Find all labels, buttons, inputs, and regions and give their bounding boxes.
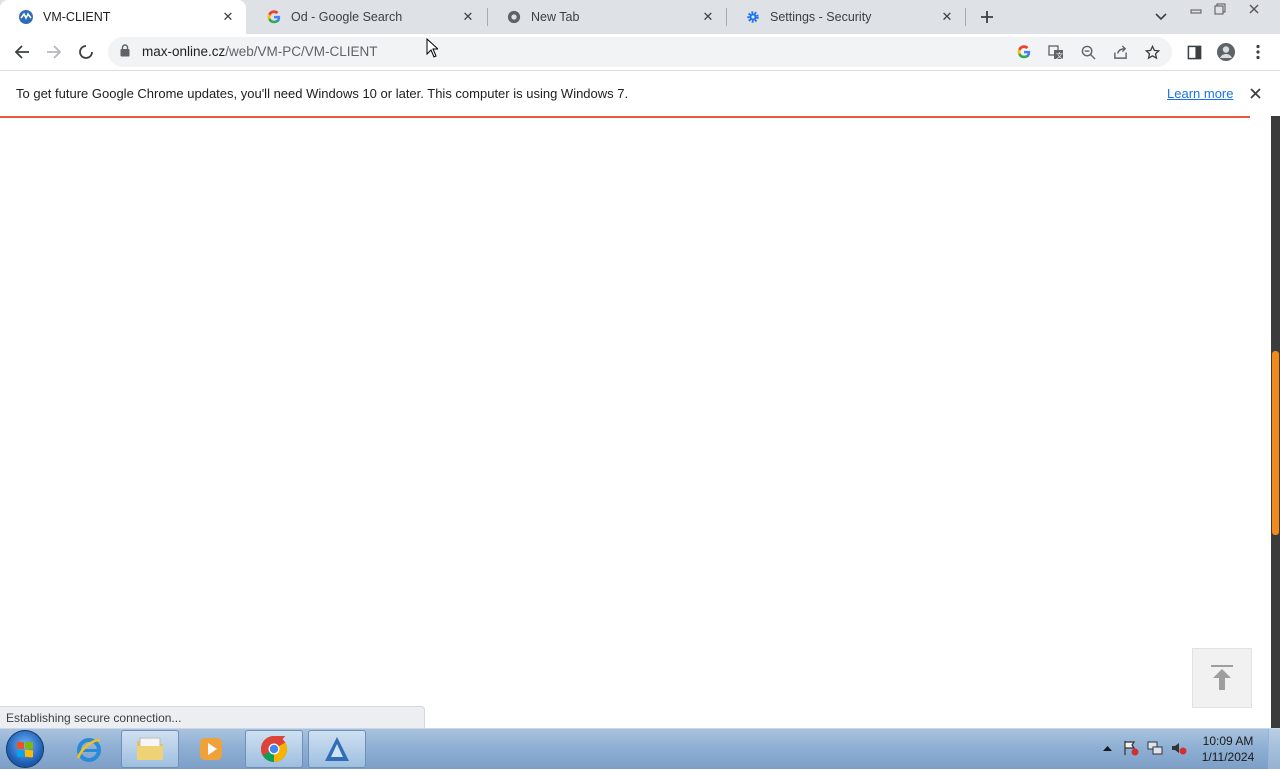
google-favicon-icon (266, 9, 282, 25)
new-tab-button[interactable] (976, 6, 998, 28)
gear-icon (745, 9, 761, 25)
windows-logo-icon (17, 741, 33, 758)
profile-button[interactable] (1212, 38, 1240, 66)
tab-title: VM-CLIENT (43, 10, 111, 24)
side-panel-button[interactable] (1180, 38, 1208, 66)
learn-more-link[interactable]: Learn more (1167, 86, 1233, 101)
google-lens-icon[interactable] (1014, 42, 1034, 62)
tab-title: New Tab (531, 10, 580, 24)
system-clock[interactable]: 10:09 AM 1/11/2024 (1196, 733, 1260, 765)
back-button[interactable] (8, 38, 36, 66)
clock-time: 10:09 AM (1202, 734, 1254, 748)
network-icon[interactable] (1146, 739, 1164, 757)
tab-title: Settings - Security (770, 10, 872, 24)
stop-loading-button[interactable] (72, 38, 100, 66)
tab-close-icon[interactable]: ✕ (700, 9, 716, 25)
tab-google-search[interactable]: Od - Google Search ✕ (248, 0, 486, 34)
volume-muted-icon[interactable] (1170, 739, 1188, 757)
tab-close-icon[interactable]: ✕ (460, 9, 476, 25)
vm-client-favicon-icon (18, 9, 34, 25)
windows-taskbar: 10:09 AM 1/11/2024 (0, 728, 1280, 769)
forward-button[interactable] (40, 38, 68, 66)
infobar-message: To get future Google Chrome updates, you… (16, 86, 629, 101)
url-host: max-online.cz (142, 44, 226, 59)
tab-close-icon[interactable]: ✕ (220, 9, 236, 25)
arrow-up-icon (1211, 665, 1233, 690)
action-center-flag-icon[interactable] (1122, 739, 1140, 757)
chrome-icon[interactable] (245, 730, 303, 768)
forward-arrow-icon (47, 45, 62, 59)
url-path: /web/VM-PC/VM-CLIENT (225, 44, 378, 59)
tab-close-icon[interactable]: ✕ (939, 9, 955, 25)
tab-title: Od - Google Search (291, 10, 403, 24)
close-icon (1249, 4, 1259, 14)
kebab-menu-icon (1256, 44, 1260, 60)
scrollbar[interactable] (1271, 116, 1280, 728)
scroll-to-top-button[interactable] (1192, 648, 1252, 708)
tab-strip: VM-CLIENT ✕ Od - Google Search ✕ New Tab… (0, 0, 1280, 34)
media-player-icon[interactable] (182, 730, 240, 768)
back-arrow-icon (14, 45, 29, 59)
show-hidden-icons-icon[interactable] (1098, 739, 1116, 757)
lock-icon[interactable] (120, 44, 130, 60)
infobar-close-icon[interactable] (1246, 84, 1264, 102)
internet-explorer-icon[interactable] (60, 730, 118, 768)
bookmark-star-icon[interactable] (1142, 42, 1162, 62)
tab-new-tab[interactable]: New Tab ✕ (488, 0, 726, 34)
share-icon[interactable] (1110, 42, 1130, 62)
address-bar[interactable]: max-online.cz/web/VM-PC/VM-CLIENT 文 (108, 37, 1172, 67)
side-panel-icon (1187, 45, 1201, 59)
mouse-cursor-icon (426, 37, 440, 61)
minimize-button[interactable] (1185, 2, 1207, 16)
update-infobar: To get future Google Chrome updates, you… (0, 70, 1280, 116)
page-content (0, 118, 1271, 728)
tab-separator (965, 8, 966, 26)
vm-client-app-icon[interactable] (308, 730, 366, 768)
tab-search-button[interactable] (1150, 6, 1172, 28)
status-bubble: Establishing secure connection... (0, 706, 425, 728)
loading-spinner-icon (79, 45, 93, 59)
file-explorer-icon[interactable] (121, 730, 179, 768)
tab-settings-security[interactable]: Settings - Security ✕ (727, 0, 965, 34)
browser-toolbar: max-online.cz/web/VM-PC/VM-CLIENT 文 (0, 34, 1280, 70)
show-desktop-button[interactable] (1268, 729, 1280, 769)
restore-icon (1214, 3, 1226, 15)
minimize-icon (1190, 9, 1202, 14)
translate-icon[interactable]: 文 (1046, 42, 1066, 62)
tab-vm-client[interactable]: VM-CLIENT ✕ (0, 0, 246, 34)
profile-avatar-icon (1217, 43, 1235, 61)
scrollbar-thumb[interactable] (1272, 351, 1279, 535)
plus-icon (981, 11, 993, 23)
clock-date: 1/11/2024 (1201, 750, 1255, 764)
svg-text:文: 文 (1056, 51, 1063, 60)
chrome-favicon-icon (506, 9, 522, 25)
chevron-down-icon (1155, 13, 1167, 21)
restore-button[interactable] (1209, 2, 1231, 16)
chrome-menu-button[interactable] (1244, 38, 1272, 66)
start-button[interactable] (6, 730, 44, 768)
close-window-button[interactable] (1243, 2, 1265, 16)
url-text: max-online.cz/web/VM-PC/VM-CLIENT (142, 44, 378, 59)
zoom-icon[interactable] (1078, 42, 1098, 62)
